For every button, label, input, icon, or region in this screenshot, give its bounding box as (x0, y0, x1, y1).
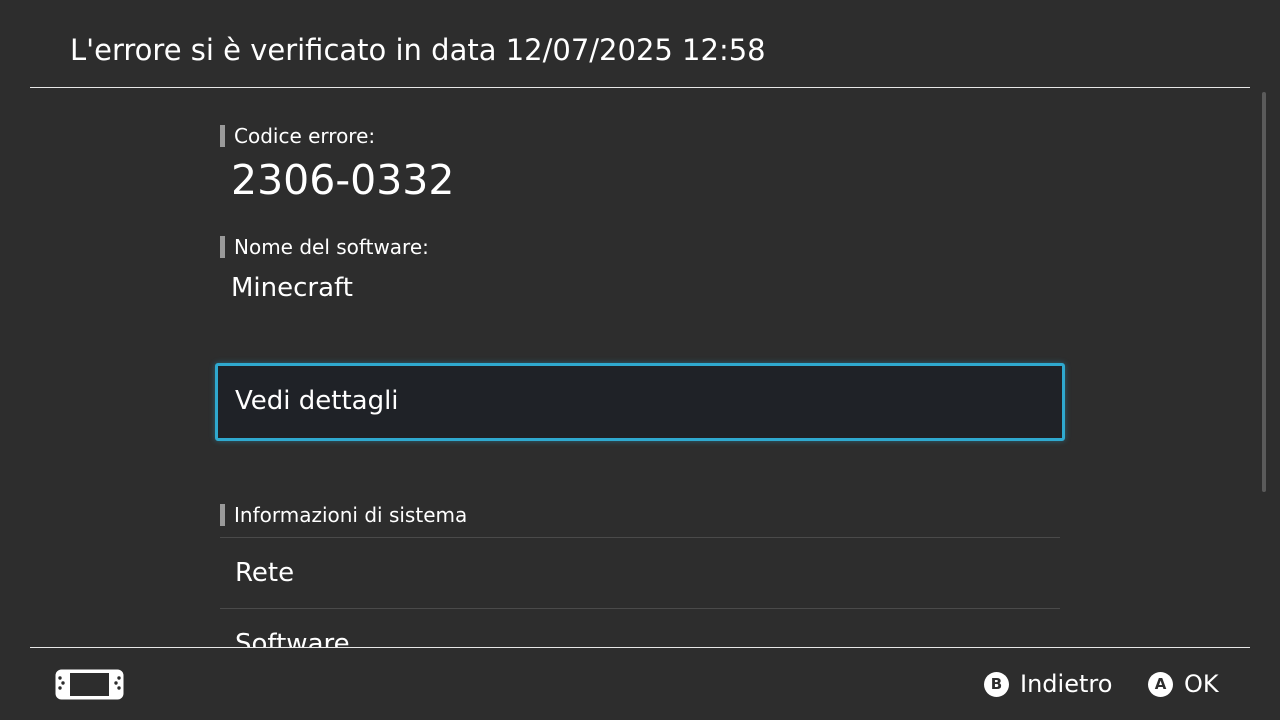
software-name-value: Minecraft (231, 273, 353, 303)
list-item-label: Software (235, 629, 350, 647)
list-item-software[interactable]: Software (220, 609, 1060, 647)
footer-bar: B Indietro A OK (0, 648, 1280, 720)
view-details-button[interactable]: Vedi dettagli (215, 363, 1065, 441)
error-content: Codice errore: 2306-0332 Nome del softwa… (0, 88, 1280, 647)
scrollbar[interactable] (1262, 92, 1266, 492)
handheld-console-icon (55, 669, 124, 700)
error-code-label: Codice errore: (220, 124, 376, 148)
ok-button[interactable]: A OK (1148, 666, 1219, 702)
back-button-label: Indietro (1020, 670, 1113, 698)
view-details-label: Vedi dettagli (235, 386, 399, 416)
ok-button-label: OK (1184, 670, 1219, 698)
page-title: L'errore si è verificato in data 12/07/2… (70, 33, 766, 67)
error-code-label-text: Codice errore: (234, 124, 376, 148)
error-screen: L'errore si è verificato in data 12/07/2… (0, 0, 1280, 720)
software-name-label: Nome del software: (220, 235, 429, 259)
back-button[interactable]: B Indietro (984, 666, 1112, 702)
list-item-network[interactable]: Rete (220, 538, 1060, 608)
software-name-label-text: Nome del software: (234, 235, 429, 259)
list-item-label: Rete (235, 558, 295, 588)
system-info-heading: Informazioni di sistema (220, 503, 468, 527)
label-marker (220, 504, 225, 526)
a-button-icon: A (1148, 671, 1173, 697)
error-code-value: 2306-0332 (231, 156, 455, 204)
b-button-icon: B (984, 671, 1009, 697)
label-marker (220, 125, 225, 147)
label-marker (220, 236, 225, 258)
system-info-heading-text: Informazioni di sistema (234, 503, 468, 527)
